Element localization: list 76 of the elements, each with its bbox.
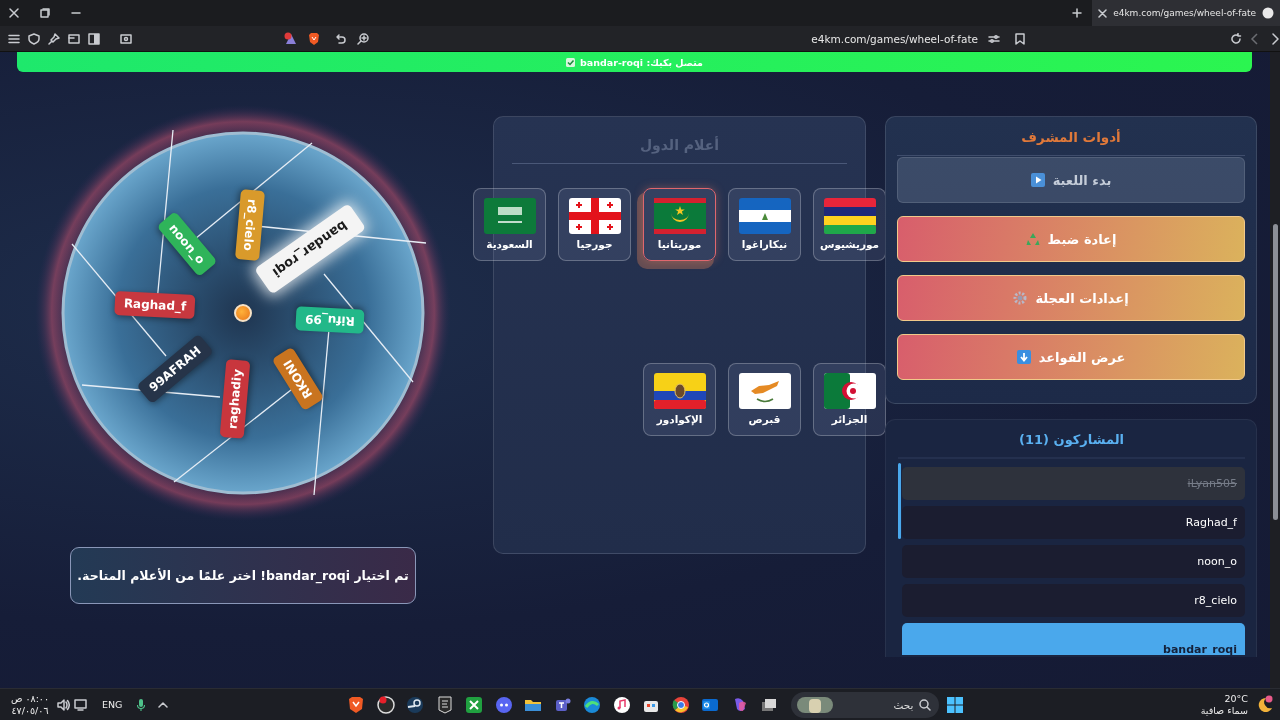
extension-badge-icon[interactable] — [284, 31, 298, 46]
site-settings-icon[interactable] — [988, 32, 1000, 45]
shield-icon[interactable] — [28, 32, 40, 45]
flag-name: الإكوادور — [656, 413, 703, 425]
participant-row[interactable]: Raghad_f — [902, 506, 1245, 539]
wave-app-icon[interactable] — [582, 694, 603, 715]
clock-date[interactable]: ٤٧/٠٥/٠٦ — [11, 704, 49, 717]
banner-text: متصل بكيك: bandar-roqi — [580, 56, 703, 68]
zoom-icon[interactable] — [357, 32, 369, 45]
language-indicator[interactable]: ENG — [102, 699, 123, 710]
browser-tab[interactable]: e4km.com/games/wheel-of-fate — [1092, 0, 1280, 26]
flag-card[interactable]: الجزائر — [813, 363, 886, 436]
tabs-icon[interactable] — [68, 32, 80, 45]
favicon-icon — [1262, 7, 1274, 19]
microphone-icon[interactable] — [136, 697, 147, 712]
monitor-icon[interactable] — [74, 697, 88, 712]
flag-icon — [653, 373, 706, 409]
panel-title: أدوات المشرف — [1021, 128, 1121, 147]
flag-icon — [653, 198, 706, 234]
back-icon — [1250, 32, 1260, 45]
music-note-icon[interactable] — [612, 694, 632, 715]
chevron-up-icon[interactable] — [158, 699, 169, 710]
x-logo-icon[interactable] — [464, 694, 485, 715]
flag-name: جورجيا — [576, 238, 613, 250]
participant-row[interactable]: noon_o — [902, 545, 1245, 578]
recycle-icon — [1025, 232, 1040, 246]
new-tab-icon[interactable] — [1072, 8, 1083, 18]
bookmark-icon[interactable] — [1015, 32, 1025, 45]
pin-icon[interactable] — [48, 32, 60, 45]
sidebar-icon[interactable] — [88, 32, 100, 45]
flag-icon — [568, 198, 621, 234]
menu-icon[interactable] — [8, 32, 20, 45]
search-icon — [919, 698, 932, 711]
flag-card[interactable]: نيكاراغوا — [728, 188, 801, 261]
globe-app-icon[interactable] — [671, 694, 691, 715]
flag-card[interactable]: الإكوادور — [643, 363, 716, 436]
chat-app-icon[interactable] — [494, 694, 514, 715]
participant-row[interactable]: bandar_roqi — [902, 623, 1245, 655]
flag-card[interactable]: السعودية — [473, 188, 546, 261]
weather-text[interactable]: سماء صافية — [1200, 704, 1248, 717]
flag-card[interactable]: موريشيوس — [813, 188, 886, 261]
forward-icon[interactable] — [1270, 32, 1280, 45]
flag-name: السعودية — [486, 238, 533, 250]
flag-card[interactable]: قبرص — [728, 363, 801, 436]
flag-icon — [738, 373, 791, 409]
ring-app-icon[interactable] — [376, 694, 396, 715]
flag-icon — [738, 198, 791, 234]
flag-name: موريشيوس — [819, 238, 880, 250]
scrollbar-thumb[interactable] — [1273, 224, 1278, 520]
temperature-text[interactable]: 20°C — [1224, 692, 1248, 705]
address-text[interactable]: e4km.com/games/wheel-of-fate — [811, 32, 978, 45]
search-field[interactable]: بحث — [791, 691, 940, 718]
scrollbar-thumb[interactable] — [898, 463, 901, 539]
tab-title: e4km.com/games/wheel-of-fate — [1113, 8, 1256, 18]
panel-title: المشاركون (11) — [1019, 432, 1124, 449]
checkmark-icon — [566, 57, 576, 67]
status-message: تم اختيار bandar_roqi! اختر علمًا من الأعلام المتاحة. — [70, 547, 416, 604]
flag-name: نيكاراغوا — [741, 238, 788, 250]
flag-icon — [823, 198, 876, 234]
screenshot-icon[interactable] — [120, 32, 132, 45]
speaker-icon[interactable] — [56, 697, 70, 712]
undo-icon[interactable] — [334, 32, 346, 45]
play-icon — [1030, 173, 1045, 187]
flag-card[interactable]: موريتانيا — [643, 188, 716, 261]
restore-icon[interactable] — [40, 8, 50, 18]
flag-name: قبرص — [748, 413, 781, 425]
flag-name: موريتانيا — [657, 238, 702, 250]
close-icon[interactable] — [8, 7, 20, 19]
flag-card[interactable]: جورجيا — [558, 188, 631, 261]
clock-time[interactable]: ٠٨:٠٠ ص — [10, 692, 50, 705]
down-arrow-icon — [1016, 350, 1031, 364]
tab-close-icon[interactable] — [1098, 8, 1108, 18]
participant-row[interactable]: r8_cielo — [902, 584, 1245, 617]
settings-icon — [1013, 291, 1028, 305]
reload-icon[interactable] — [1230, 32, 1242, 45]
flag-name: الجزائر — [831, 413, 868, 425]
